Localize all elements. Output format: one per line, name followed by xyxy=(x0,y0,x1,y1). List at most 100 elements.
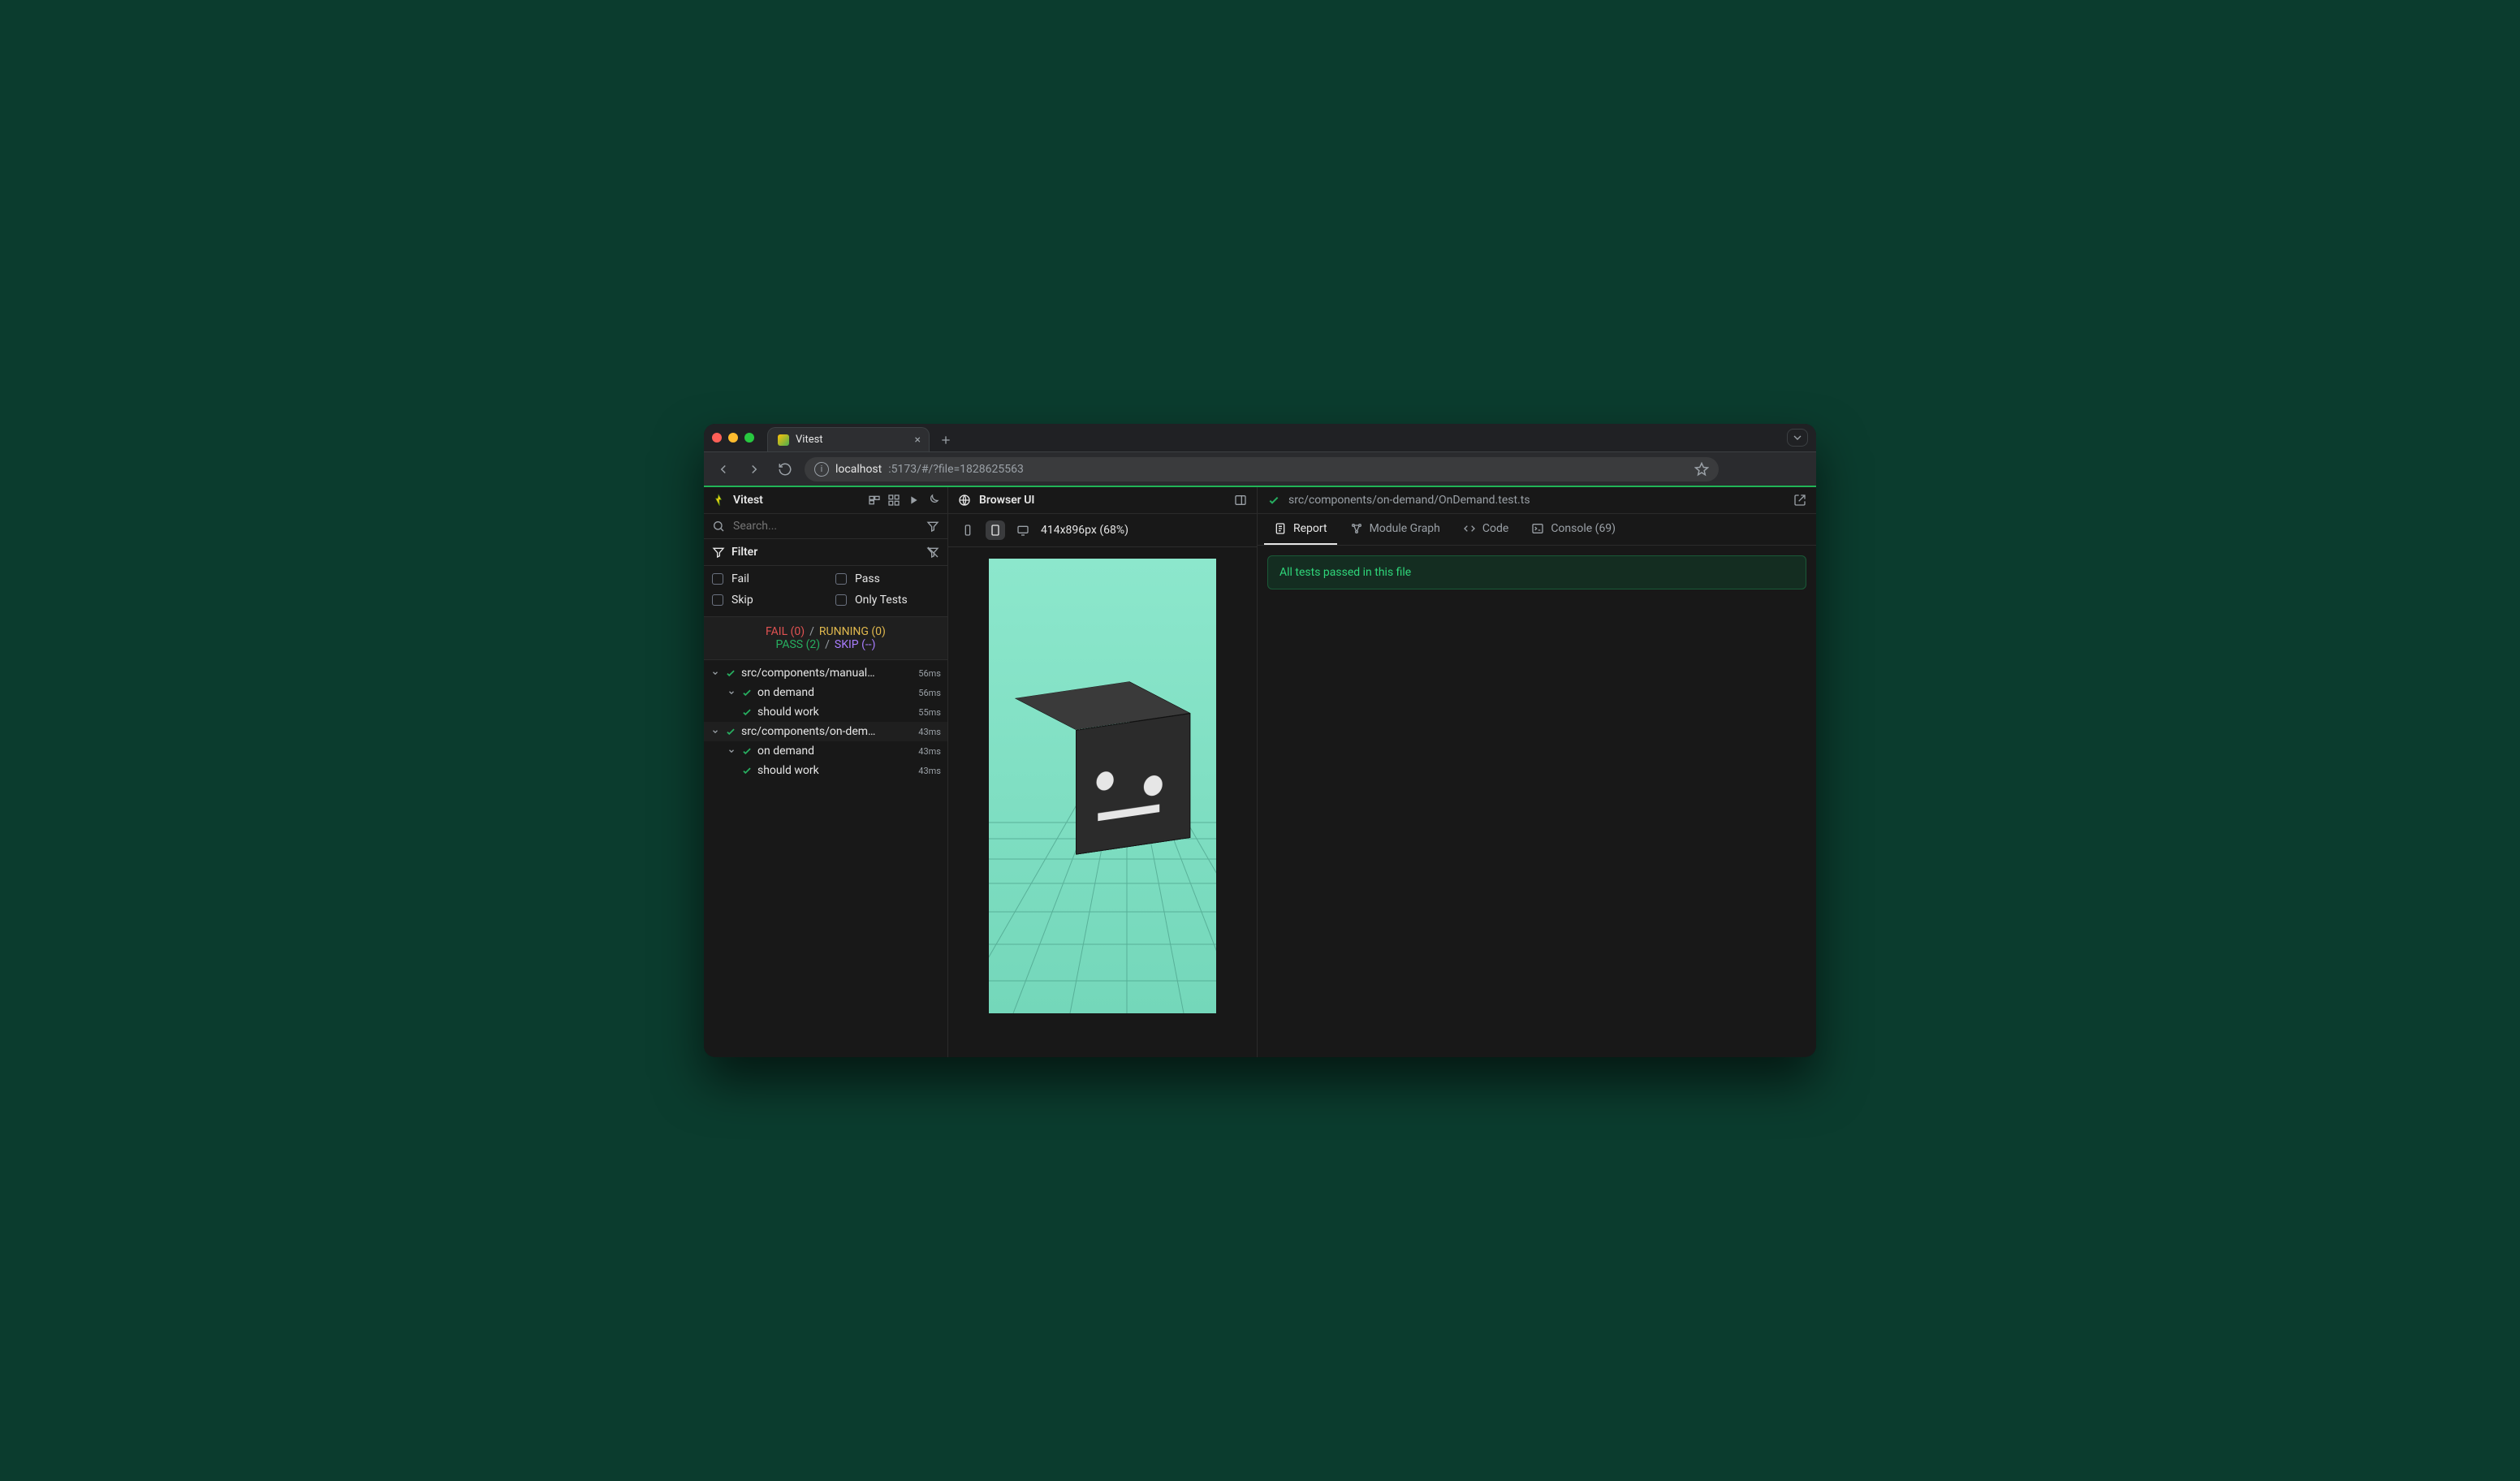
forward-button[interactable] xyxy=(743,458,766,481)
tree-file-label: src/components/on-dema… xyxy=(741,725,879,738)
tree-file-time: 43ms xyxy=(918,727,941,737)
file-crumb-row: src/components/on-demand/OnDemand.test.t… xyxy=(1258,487,1816,514)
filter-pass-checkbox[interactable]: Pass xyxy=(835,572,939,585)
run-all-icon[interactable] xyxy=(907,494,920,507)
tab-report[interactable]: Report xyxy=(1264,514,1337,545)
tree-file[interactable]: src/components/on-dema… 43ms xyxy=(704,722,947,741)
search-filter-icon[interactable] xyxy=(926,520,939,533)
tree-test[interactable]: should work 43ms xyxy=(704,761,947,780)
filter-only-label: Only Tests xyxy=(855,594,908,607)
chevron-down-icon[interactable] xyxy=(710,727,720,736)
console-icon xyxy=(1531,522,1544,535)
browser-toolbar: i localhost:5173/#/?file=1828625563 xyxy=(704,451,1816,486)
tree-suite[interactable]: on demand 56ms xyxy=(704,683,947,702)
url-host: localhost xyxy=(835,463,882,476)
chevron-down-icon[interactable] xyxy=(727,688,736,697)
browser-tabstrip: Vitest × xyxy=(704,424,1816,451)
dock-toggle-icon[interactable] xyxy=(1234,494,1247,507)
globe-icon xyxy=(958,494,971,507)
site-info-icon[interactable]: i xyxy=(814,462,829,477)
browser-window: Vitest × i localhost:5173/#/?file=182862… xyxy=(704,424,1816,1057)
tabs-overflow-button[interactable] xyxy=(1787,429,1808,447)
pass-banner: All tests passed in this file xyxy=(1267,555,1806,589)
dashboard-icon[interactable] xyxy=(887,494,900,507)
search-input[interactable] xyxy=(731,519,920,533)
search-icon xyxy=(712,520,725,533)
tree-test[interactable]: should work 55ms xyxy=(704,702,947,722)
pass-check-icon xyxy=(1267,494,1280,507)
pass-check-icon xyxy=(741,765,753,776)
tab-title: Vitest xyxy=(796,434,823,446)
device-desktop-icon[interactable] xyxy=(1013,520,1033,540)
filter-options: Fail Pass Skip Only Tests xyxy=(704,566,947,617)
code-icon xyxy=(1463,522,1476,535)
bookmark-star-icon[interactable] xyxy=(1694,462,1709,477)
app-accent-line xyxy=(704,486,1816,487)
pass-check-icon xyxy=(725,667,736,679)
tab-favicon xyxy=(778,434,789,446)
stats-sep-1: / xyxy=(809,625,814,638)
tab-module-graph[interactable]: Module Graph xyxy=(1340,514,1450,545)
tab-console-label: Console (69) xyxy=(1551,522,1616,535)
back-button[interactable] xyxy=(712,458,735,481)
preview-title: Browser UI xyxy=(979,494,1034,507)
report-icon xyxy=(1274,522,1287,535)
theme-toggle-icon[interactable] xyxy=(926,494,939,507)
clear-filter-icon[interactable] xyxy=(926,546,939,559)
pass-check-icon xyxy=(741,745,753,757)
report-tabs: Report Module Graph Code Console (69) xyxy=(1258,514,1816,546)
filter-label: Filter xyxy=(731,546,757,559)
close-window-dot[interactable] xyxy=(712,433,722,443)
tree-test-label: should work xyxy=(757,706,819,719)
tab-code-label: Code xyxy=(1482,522,1508,535)
scene-cube xyxy=(1038,703,1167,833)
pass-check-icon xyxy=(725,726,736,737)
filter-skip-label: Skip xyxy=(731,594,753,607)
tab-code[interactable]: Code xyxy=(1453,514,1518,545)
filter-only-checkbox[interactable]: Only Tests xyxy=(835,594,939,607)
stats-fail: FAIL (0) xyxy=(766,625,805,638)
collapse-all-icon[interactable] xyxy=(868,494,881,507)
preview-header: Browser UI xyxy=(948,487,1257,514)
device-phone-icon[interactable] xyxy=(958,520,977,540)
file-path: src/components/on-demand/OnDemand.test.t… xyxy=(1288,494,1530,507)
browser-tab[interactable]: Vitest × xyxy=(767,427,930,451)
tab-console[interactable]: Console (69) xyxy=(1521,514,1625,545)
viewport-dimensions: 414x896px (68%) xyxy=(1041,524,1128,537)
tab-module-graph-label: Module Graph xyxy=(1370,522,1440,535)
graph-icon xyxy=(1350,522,1363,535)
filter-skip-checkbox[interactable]: Skip xyxy=(712,594,816,607)
reload-button[interactable] xyxy=(774,458,796,481)
viewport-wrap xyxy=(948,547,1257,1057)
sidebar-title: Vitest xyxy=(733,494,763,507)
tree-suite-label: on demand xyxy=(757,745,814,758)
tree-test-time: 43ms xyxy=(918,766,941,776)
tree-suite[interactable]: on demand 43ms xyxy=(704,741,947,761)
tab-close-icon[interactable]: × xyxy=(915,434,921,446)
stats-panel: FAIL (0) / RUNNING (0) PASS (2) / SKIP (… xyxy=(704,617,947,660)
tree-file[interactable]: src/components/manual/… 56ms xyxy=(704,663,947,683)
cube-eye-left xyxy=(1097,770,1114,791)
vitest-logo-icon xyxy=(712,494,725,507)
chevron-down-icon[interactable] xyxy=(727,746,736,756)
new-tab-button[interactable] xyxy=(934,429,957,451)
tree-test-time: 55ms xyxy=(918,707,941,718)
pass-check-icon xyxy=(741,706,753,718)
tree-suite-time: 56ms xyxy=(918,688,941,698)
cube-mouth xyxy=(1098,804,1159,821)
preview-viewport[interactable] xyxy=(989,559,1216,1013)
maximize-window-dot[interactable] xyxy=(744,433,754,443)
stats-running: RUNNING (0) xyxy=(819,625,886,638)
filter-header: Filter xyxy=(704,539,947,566)
filter-pass-label: Pass xyxy=(855,572,880,585)
chevron-down-icon[interactable] xyxy=(710,668,720,678)
stats-skip: SKIP (--) xyxy=(835,638,876,651)
pass-check-icon xyxy=(741,687,753,698)
minimize-window-dot[interactable] xyxy=(728,433,738,443)
address-bar[interactable]: i localhost:5173/#/?file=1828625563 xyxy=(805,457,1719,481)
filter-fail-checkbox[interactable]: Fail xyxy=(712,572,816,585)
vitest-app: Vitest Filter Fail Pass xyxy=(704,487,1816,1057)
tree-file-time: 56ms xyxy=(918,668,941,679)
device-tablet-icon[interactable] xyxy=(986,520,1005,540)
open-external-icon[interactable] xyxy=(1793,494,1806,507)
